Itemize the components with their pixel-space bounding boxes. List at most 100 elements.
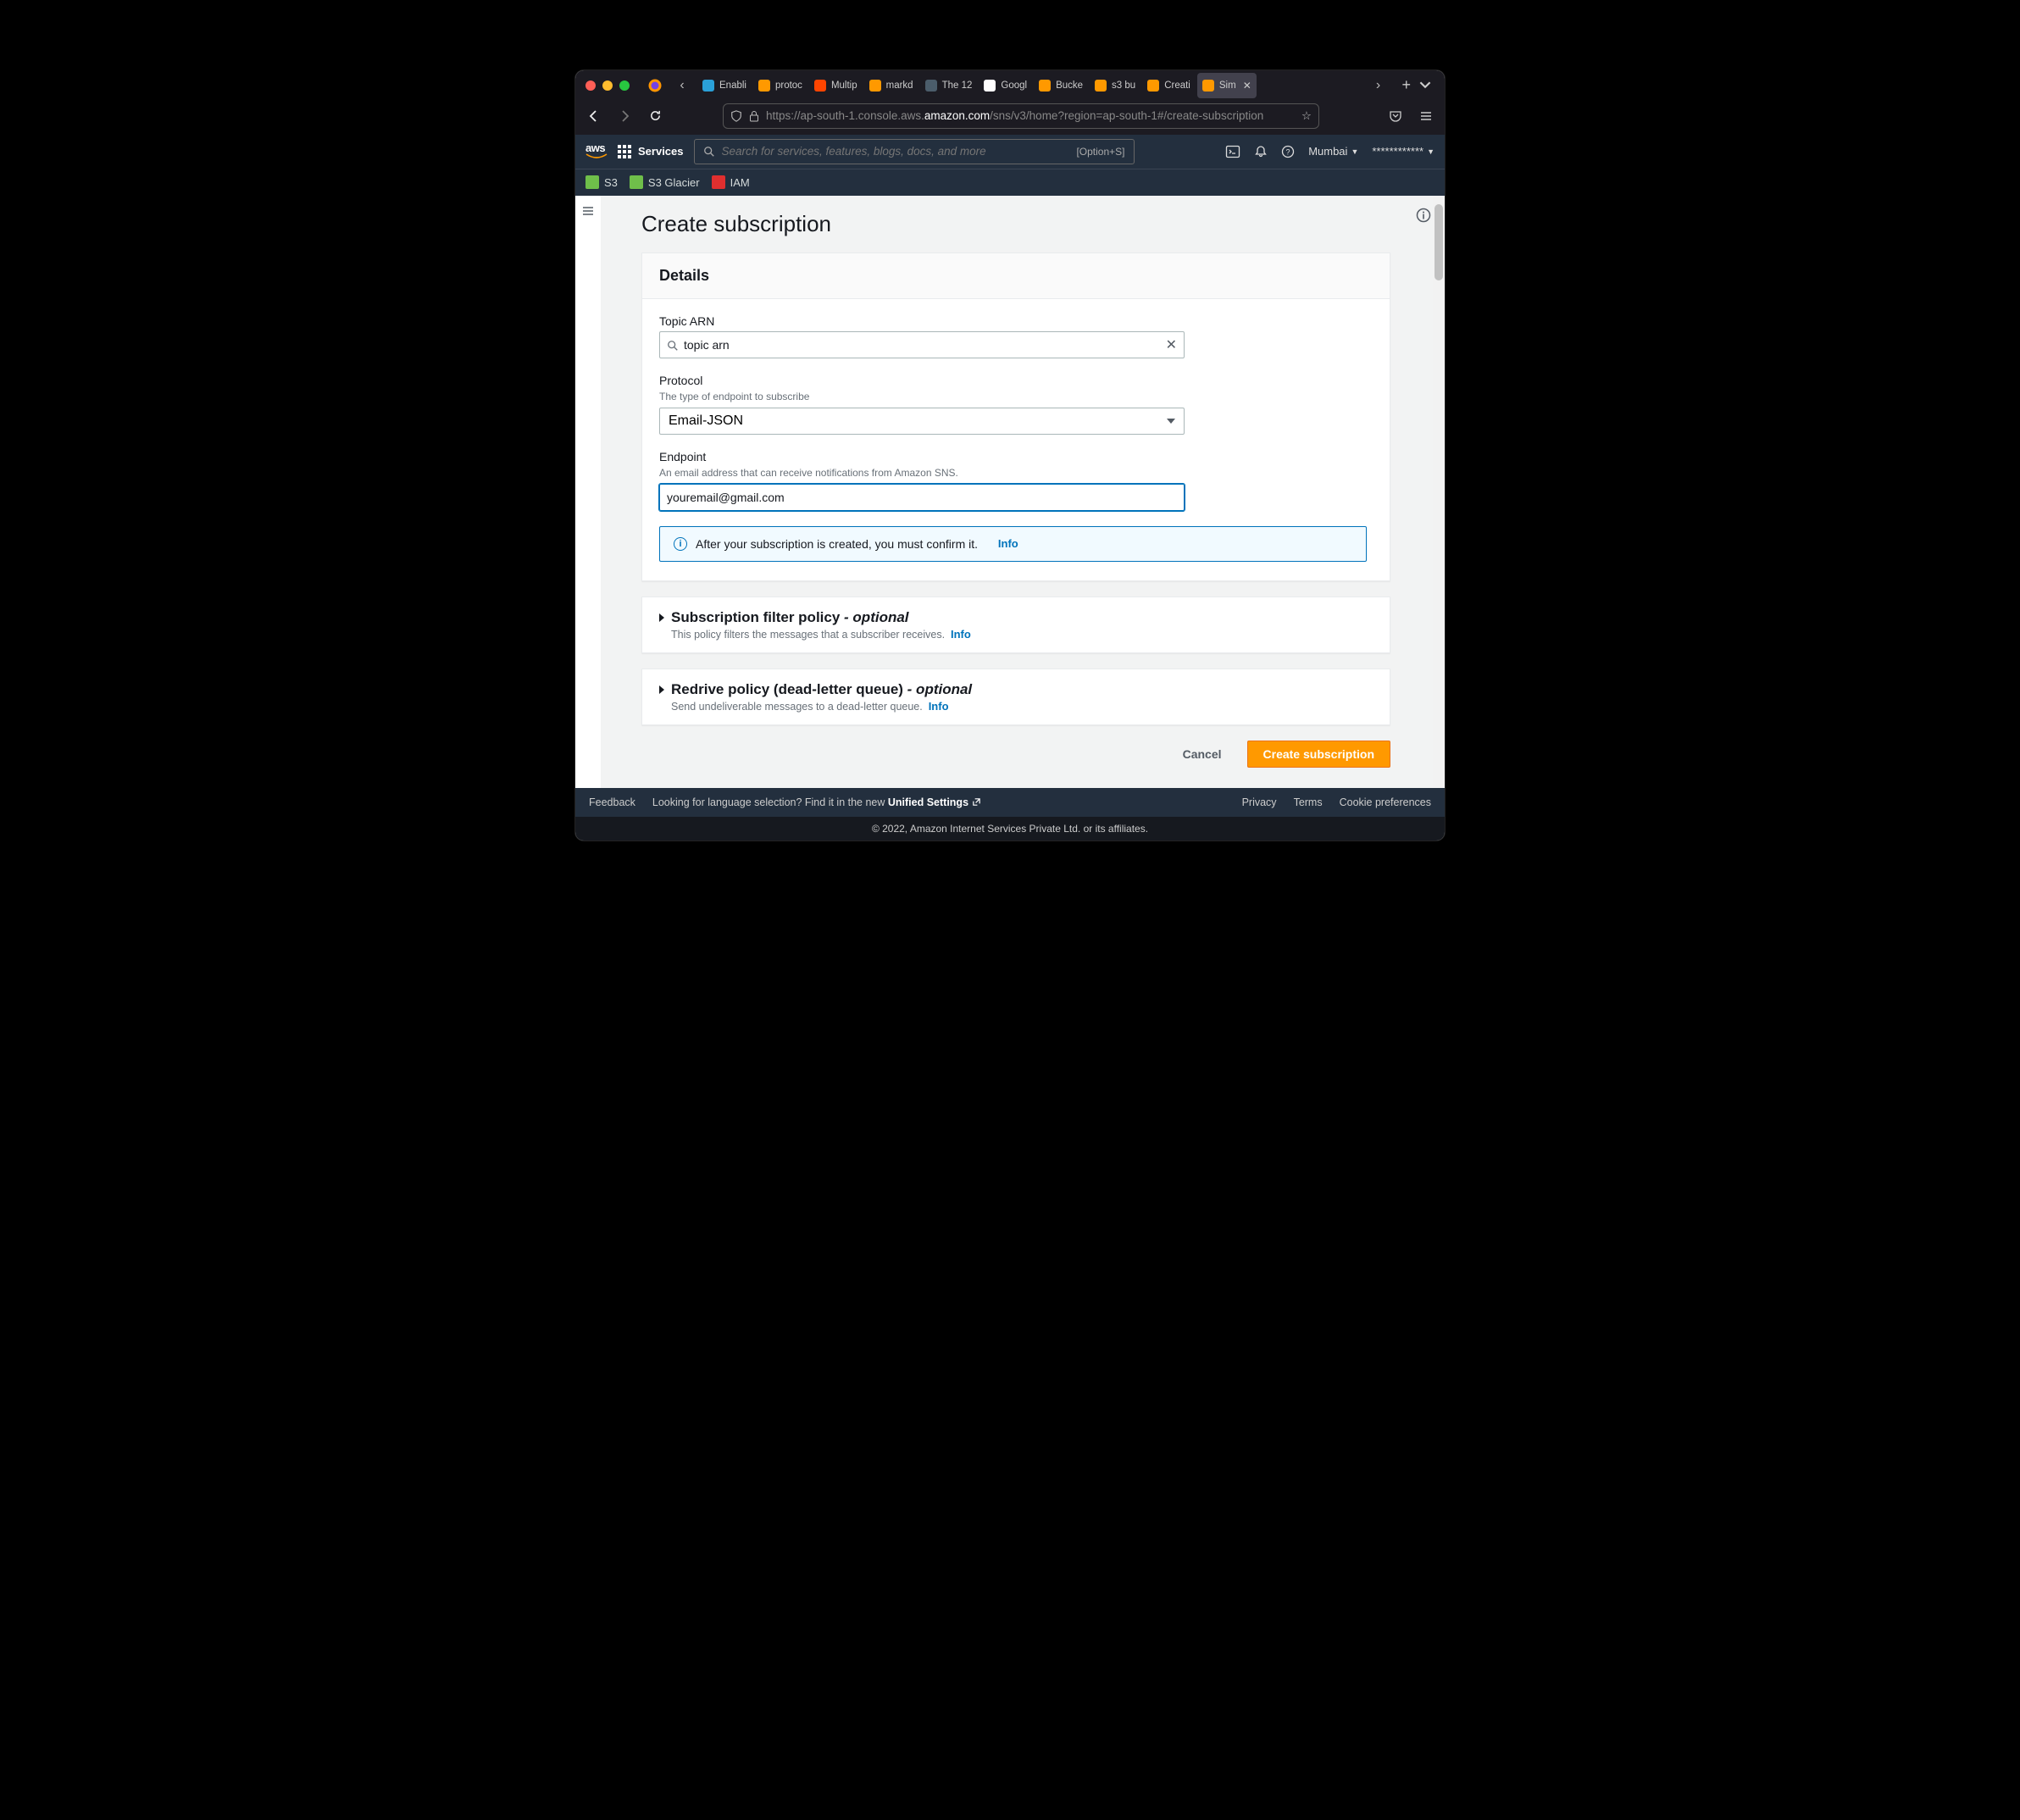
- endpoint-input[interactable]: [667, 491, 1177, 504]
- firefox-icon: [643, 78, 667, 93]
- tab-label: Creati: [1164, 80, 1190, 91]
- service-icon: [585, 175, 599, 189]
- tab-label: Sim: [1219, 80, 1236, 91]
- favicon: [1039, 80, 1051, 92]
- help-icon[interactable]: ?: [1281, 145, 1295, 158]
- tab-close-icon[interactable]: ✕: [1243, 80, 1251, 92]
- cancel-button[interactable]: Cancel: [1168, 741, 1237, 768]
- endpoint-help: An email address that can receive notifi…: [659, 467, 1373, 479]
- unified-settings-link[interactable]: Unified Settings: [888, 796, 981, 808]
- pocket-icon[interactable]: [1384, 109, 1407, 123]
- browser-tab[interactable]: Multip: [809, 73, 863, 98]
- bookmark-star-icon[interactable]: ☆: [1301, 109, 1312, 123]
- services-menu[interactable]: Services: [618, 145, 684, 158]
- tab-strip: Enabliprotoc Multip markd The 12 GooglBucke s…: [697, 73, 1362, 98]
- services-grid-icon: [618, 145, 631, 158]
- browser-tab[interactable]: s3 bu: [1090, 73, 1140, 98]
- forward-button[interactable]: [613, 104, 636, 128]
- browser-tab[interactable]: Bucke: [1034, 73, 1088, 98]
- lock-icon: [749, 109, 759, 123]
- help-panel-toggle-icon[interactable]: [1416, 208, 1431, 223]
- side-nav-toggle[interactable]: [575, 196, 601, 788]
- filter-policy-help: This policy filters the messages that a …: [671, 629, 945, 641]
- endpoint-input-wrap[interactable]: [659, 484, 1185, 511]
- browser-tab[interactable]: Sim ✕: [1197, 73, 1257, 98]
- tabs-scroll-left[interactable]: ‹: [672, 74, 692, 97]
- region-selector[interactable]: Mumbai ▼: [1308, 145, 1358, 158]
- browser-tab[interactable]: protoc: [753, 73, 807, 98]
- info-link[interactable]: Info: [998, 537, 1018, 550]
- browser-tab[interactable]: The 12: [920, 73, 978, 98]
- favicon: [984, 80, 996, 92]
- favicon: [1202, 80, 1214, 92]
- new-tab-button[interactable]: +: [1401, 76, 1411, 94]
- url-bar[interactable]: https://ap-south-1.console.aws.amazon.co…: [723, 103, 1319, 129]
- favorites-item[interactable]: S3: [585, 175, 618, 189]
- url-text: https://ap-south-1.console.aws.amazon.co…: [766, 109, 1295, 122]
- favorites-label: IAM: [730, 176, 750, 189]
- aws-search-input[interactable]: [722, 145, 1070, 158]
- expand-caret-icon: [659, 685, 664, 694]
- aws-search[interactable]: [Option+S]: [694, 139, 1135, 164]
- minimize-window-button[interactable]: [602, 80, 613, 91]
- service-icon: [712, 175, 725, 189]
- protocol-help: The type of endpoint to subscribe: [659, 391, 1373, 402]
- confirm-alert: i After your subscription is created, yo…: [659, 526, 1367, 562]
- protocol-label: Protocol: [659, 374, 1373, 387]
- tab-label: The 12: [942, 80, 973, 91]
- window-controls: [580, 80, 638, 91]
- create-subscription-button[interactable]: Create subscription: [1247, 741, 1390, 768]
- info-icon: i: [674, 537, 687, 551]
- filter-policy-title: Subscription filter policy - optional: [671, 609, 971, 626]
- notifications-icon[interactable]: [1254, 145, 1268, 158]
- privacy-link[interactable]: Privacy: [1242, 796, 1277, 808]
- search-icon: [703, 145, 715, 158]
- redrive-policy-title: Redrive policy (dead-letter queue) - opt…: [671, 681, 972, 698]
- protocol-value: Email-JSON: [669, 413, 743, 429]
- topic-arn-input[interactable]: [684, 338, 1166, 352]
- scrollbar[interactable]: [1433, 196, 1445, 788]
- info-link[interactable]: Info: [951, 628, 971, 641]
- back-button[interactable]: [582, 104, 606, 128]
- titlebar: ‹ Enabliprotoc Multip markd The 12 GooglBuck…: [575, 70, 1445, 101]
- close-window-button[interactable]: [585, 80, 596, 91]
- tab-label: s3 bu: [1112, 80, 1135, 91]
- redrive-policy-help: Send undeliverable messages to a dead-le…: [671, 701, 923, 713]
- endpoint-field: Endpoint An email address that can recei…: [659, 450, 1373, 511]
- topic-arn-field: Topic ARN ✕: [659, 314, 1373, 358]
- search-icon: [667, 337, 679, 351]
- feedback-link[interactable]: Feedback: [589, 796, 635, 808]
- cloudshell-icon[interactable]: [1225, 144, 1240, 159]
- navigation-toolbar: https://ap-south-1.console.aws.amazon.co…: [575, 101, 1445, 135]
- zoom-window-button[interactable]: [619, 80, 630, 91]
- tabs-scroll-right[interactable]: ›: [1368, 74, 1388, 97]
- info-link[interactable]: Info: [929, 700, 949, 713]
- favorites-label: S3 Glacier: [648, 176, 700, 189]
- browser-tab[interactable]: Enabli: [697, 73, 752, 98]
- browser-tab[interactable]: markd: [864, 73, 918, 98]
- aws-logo[interactable]: aws: [585, 142, 608, 160]
- favorites-item[interactable]: S3 Glacier: [630, 175, 700, 189]
- aws-copyright: © 2022, Amazon Internet Services Private…: [575, 817, 1445, 841]
- account-menu[interactable]: ************ ▼: [1372, 145, 1435, 158]
- filter-policy-panel[interactable]: Subscription filter policy - optional Th…: [641, 596, 1390, 653]
- aws-global-nav: aws Services [Option+S] ? Mumbai ▼ *****…: [575, 135, 1445, 169]
- aws-favorites-bar: S3 S3 Glacier IAM: [575, 169, 1445, 196]
- topic-arn-input-wrap[interactable]: ✕: [659, 331, 1185, 358]
- favicon: [869, 80, 881, 92]
- favorites-item[interactable]: IAM: [712, 175, 750, 189]
- tab-label: Multip: [831, 80, 857, 91]
- favicon: [1095, 80, 1107, 92]
- app-menu-icon[interactable]: [1414, 109, 1438, 123]
- reload-button[interactable]: [643, 104, 667, 128]
- clear-icon[interactable]: ✕: [1166, 336, 1177, 353]
- scrollbar-thumb[interactable]: [1435, 204, 1443, 280]
- redrive-policy-panel[interactable]: Redrive policy (dead-letter queue) - opt…: [641, 669, 1390, 725]
- cookie-preferences-link[interactable]: Cookie preferences: [1340, 796, 1431, 808]
- protocol-select[interactable]: Email-JSON: [659, 408, 1185, 435]
- list-all-tabs-button[interactable]: [1419, 78, 1431, 93]
- browser-tab[interactable]: Creati: [1142, 73, 1196, 98]
- browser-tab[interactable]: Googl: [979, 73, 1032, 98]
- terms-link[interactable]: Terms: [1294, 796, 1323, 808]
- favorites-label: S3: [604, 176, 618, 189]
